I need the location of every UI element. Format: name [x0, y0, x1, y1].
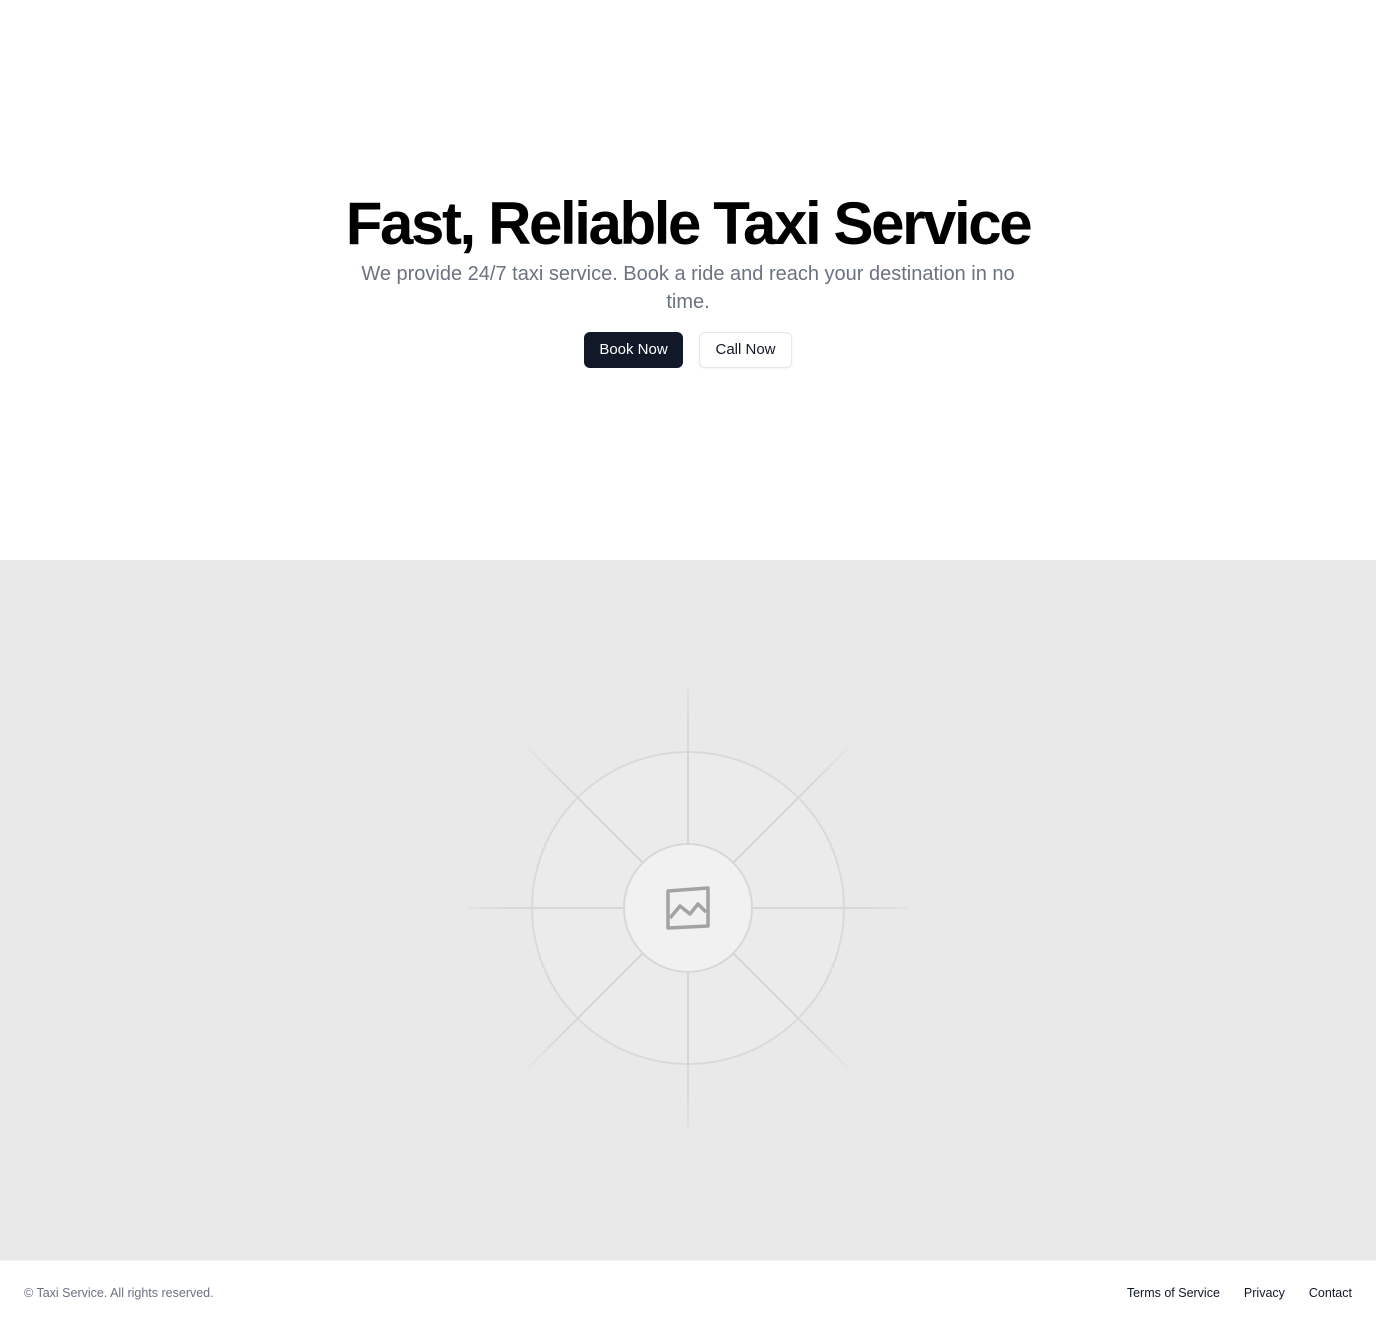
hero-title: Fast, Reliable Taxi Service	[345, 190, 1033, 257]
footer: © Taxi Service. All rights reserved. Ter…	[0, 1260, 1376, 1325]
footer-nav: Terms of Service Privacy Contact	[1127, 1285, 1352, 1301]
terms-link[interactable]: Terms of Service	[1127, 1285, 1220, 1301]
hero-subtitle: We provide 24/7 taxi service. Book a rid…	[361, 263, 1015, 313]
copyright-text: © Taxi Service. All rights reserved.	[24, 1286, 214, 1300]
image-placeholder	[0, 560, 1376, 1260]
placeholder-graphic	[467, 687, 909, 1129]
book-now-button[interactable]: Book Now	[584, 332, 683, 368]
hero-section: Fast, Reliable Taxi Service We provide 2…	[0, 0, 1376, 560]
contact-link[interactable]: Contact	[1309, 1285, 1352, 1301]
privacy-link[interactable]: Privacy	[1244, 1285, 1285, 1301]
call-now-button[interactable]: Call Now	[699, 332, 792, 368]
